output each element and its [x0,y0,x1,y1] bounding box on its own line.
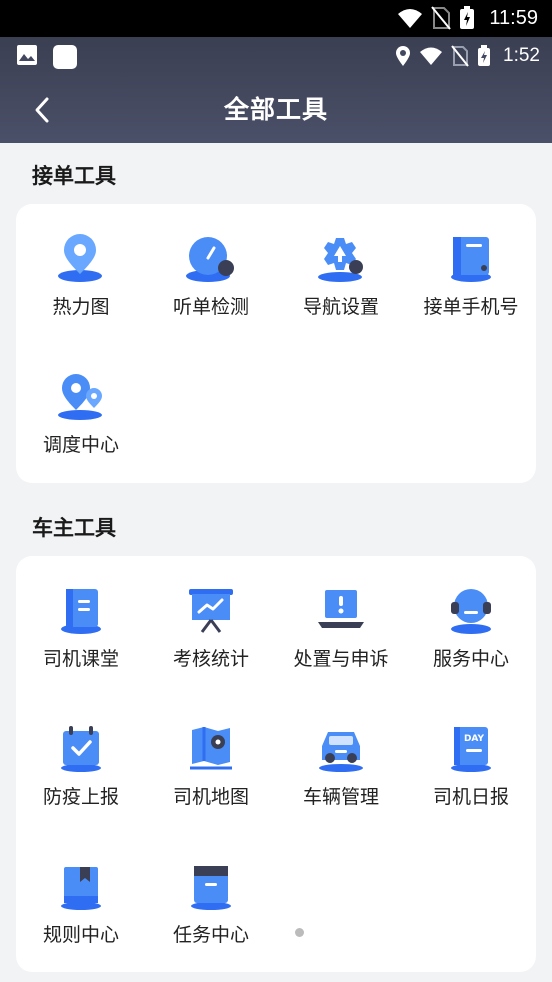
tool-label: 司机地图 [172,786,249,808]
inner-status-bar: 1:52 [0,37,552,75]
calendar-check-icon [61,726,101,772]
no-sim-icon [431,6,452,30]
wifi-icon [398,9,423,28]
system-time: 11:59 [489,6,538,29]
tool-driver-daily[interactable]: DAY 司机日报 [406,694,536,814]
tool-label: 热力图 [52,296,110,318]
tool-label: 防疫上报 [42,786,119,808]
day-badge: DAY [464,734,485,744]
section-title-order-tools: 接单工具 [32,164,116,188]
battery-charging-icon [460,6,475,29]
tool-label: 处置与申诉 [293,648,389,670]
tool-driver-map[interactable]: 司机地图 [146,694,276,814]
navigation-gear-icon [318,238,363,282]
headset-icon [451,589,491,634]
tool-driver-class[interactable]: 司机课堂 [16,556,146,676]
order-tools-card: 热力图 听单检测 导航设置 接单手机号 调度中心 [16,204,536,483]
app-header: 1:52 全部工具 [0,37,552,143]
phone-card-icon [451,237,491,282]
bookmark-book-icon [61,867,101,910]
tool-task-center[interactable]: 任务中心 [146,832,276,952]
daily-report-icon: DAY [451,727,491,772]
tool-label: 任务中心 [172,924,249,946]
tool-label: 规则中心 [42,924,119,946]
tool-label: 司机日报 [432,786,509,808]
book-icon [61,589,101,634]
app-status-time: 1:52 [503,45,540,66]
gauge-icon [186,237,234,282]
scroll-indicator-dot [295,928,304,937]
section-title-owner-tools: 车主工具 [32,516,116,540]
image-icon [17,45,37,65]
tool-label: 司机课堂 [42,648,119,670]
chart-board-icon [189,589,233,633]
tool-navigation-settings[interactable]: 导航设置 [276,204,406,324]
tool-label: 导航设置 [302,296,379,318]
page-title: 全部工具 [223,95,328,124]
system-status-bar: 11:59 [0,0,552,37]
tool-rules-center[interactable]: 规则中心 [16,832,146,952]
no-sim-icon [451,45,469,67]
location-icon [396,46,411,66]
briefcase-icon [191,866,231,910]
alert-laptop-icon [318,590,364,628]
tool-heatmap[interactable]: 热力图 [16,204,146,324]
tool-label: 考核统计 [172,648,249,670]
owner-tools-card: 司机课堂 考核统计 处置与申诉 服务中心 防疫上报 司机地图 车辆管理 DAY … [16,556,536,972]
car-icon [319,732,363,772]
tool-epidemic-report[interactable]: 防疫上报 [16,694,146,814]
folded-map-icon [190,727,232,770]
map-pin-icon [58,234,102,282]
tool-assessment-stats[interactable]: 考核统计 [146,556,276,676]
battery-charging-icon [478,45,491,66]
tool-label: 接单手机号 [423,296,519,318]
tool-vehicle-management[interactable]: 车辆管理 [276,694,406,814]
dispatch-pins-icon [58,374,102,420]
tool-label: 服务中心 [432,648,509,670]
tool-service-center[interactable]: 服务中心 [406,556,536,676]
wifi-icon [420,47,443,65]
tool-listen-check[interactable]: 听单检测 [146,204,276,324]
app-square-icon [53,45,77,69]
tool-label: 调度中心 [42,434,119,456]
tool-order-phone[interactable]: 接单手机号 [406,204,536,324]
tool-dispatch-center[interactable]: 调度中心 [16,342,146,462]
tool-label: 听单检测 [172,296,249,318]
tool-handling-appeal[interactable]: 处置与申诉 [276,556,406,676]
tool-label: 车辆管理 [302,786,379,808]
